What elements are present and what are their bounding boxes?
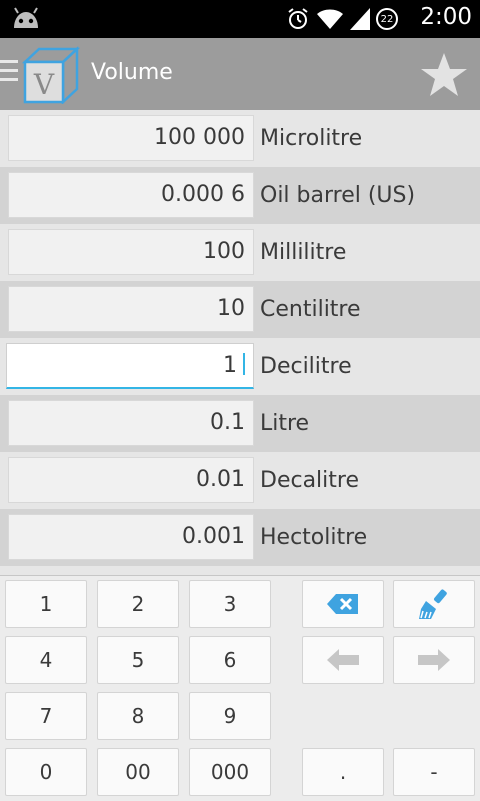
key-6[interactable]: 6 (189, 636, 271, 684)
unit-name-label: Litre (260, 411, 310, 436)
unit-value: 0.001 (182, 524, 245, 549)
signal-icon (350, 8, 370, 30)
unit-name-label: Decilitre (260, 354, 352, 379)
unit-row: 100 Millilitre (0, 224, 480, 281)
unit-value-field[interactable]: 0.01 (8, 457, 254, 503)
unit-name-label: Hectolitre (260, 525, 368, 550)
unit-row: 0.001 Hectolitre (0, 509, 480, 566)
unit-name-label: Millilitre (260, 240, 347, 265)
unit-value: 0.01 (196, 467, 245, 492)
unit-row: 0.1 Litre (0, 395, 480, 452)
arrow-right-icon (418, 649, 450, 671)
key-5[interactable]: 5 (97, 636, 179, 684)
unit-value-field[interactable]: 1 (6, 343, 254, 389)
star-icon[interactable] (420, 52, 468, 98)
battery-icon: 22 (376, 8, 398, 30)
menu-icon[interactable] (0, 60, 20, 86)
key-000[interactable]: 000 (189, 748, 271, 796)
unit-row: 10 Centilitre (0, 281, 480, 338)
arrow-right-button[interactable] (393, 636, 475, 684)
unit-value-field[interactable]: 0.1 (8, 400, 254, 446)
unit-value: 100 (203, 239, 245, 264)
unit-value-field[interactable]: 0.001 (8, 514, 254, 560)
app-logo-letter: V (33, 68, 55, 101)
unit-row: 1 Decilitre (0, 338, 480, 395)
unit-value: 1 (223, 353, 237, 378)
wifi-icon (317, 9, 343, 29)
text-cursor (243, 353, 245, 375)
unit-value: 0.000 6 (161, 182, 245, 207)
keypad: 1 2 3 4 5 6 7 8 9 0 00 000 . - (0, 575, 480, 801)
key-minus[interactable]: - (393, 748, 475, 796)
key-7[interactable]: 7 (5, 692, 87, 740)
status-time: 2:00 (420, 4, 472, 30)
key-decimal-point[interactable]: . (302, 748, 384, 796)
unit-name-label: Oil barrel (US) (260, 183, 416, 208)
alarm-icon (288, 8, 308, 29)
unit-value-field[interactable]: 0.000 6 (8, 172, 254, 218)
clear-button[interactable] (393, 580, 475, 628)
unit-row: 100 000 Microlitre (0, 110, 480, 167)
unit-name-label: Decalitre (260, 468, 359, 493)
arrow-left-button[interactable] (302, 636, 384, 684)
arrow-left-icon (327, 649, 359, 671)
action-bar: V Volume (0, 38, 480, 110)
app-logo-cube-icon: V (22, 46, 80, 104)
key-8[interactable]: 8 (97, 692, 179, 740)
battery-level: 22 (380, 13, 394, 25)
key-9[interactable]: 9 (189, 692, 271, 740)
key-4[interactable]: 4 (5, 636, 87, 684)
unit-value: 100 000 (154, 125, 245, 150)
unit-value: 0.1 (210, 410, 245, 435)
unit-row: 0.000 6 Oil barrel (US) (0, 167, 480, 224)
unit-value-field[interactable]: 10 (8, 286, 254, 332)
key-3[interactable]: 3 (189, 580, 271, 628)
status-bar: 22 2:00 (0, 0, 480, 38)
key-0[interactable]: 0 (5, 748, 87, 796)
unit-list[interactable]: 100 000 Microlitre 0.000 6 Oil barrel (US) 1… (0, 110, 480, 574)
backspace-icon (327, 594, 358, 614)
android-icon (14, 7, 38, 28)
key-00[interactable]: 00 (97, 748, 179, 796)
key-2[interactable]: 2 (97, 580, 179, 628)
unit-name-label: Microlitre (260, 126, 363, 151)
unit-value-field[interactable]: 100 (8, 229, 254, 275)
key-1[interactable]: 1 (5, 580, 87, 628)
unit-row: 0.01 Decalitre (0, 452, 480, 509)
unit-name-label: Centilitre (260, 297, 361, 322)
clear-brush-icon (419, 589, 447, 619)
unit-value: 10 (217, 296, 245, 321)
page-title: Volume (91, 60, 173, 85)
backspace-button[interactable] (302, 580, 384, 628)
unit-value-field[interactable]: 100 000 (8, 115, 254, 161)
